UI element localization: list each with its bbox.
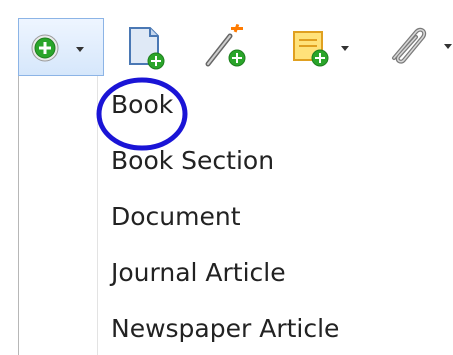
toolbar [0, 0, 453, 87]
menu-item-journal-article[interactable]: Journal Article [111, 251, 286, 295]
annotation-circle [96, 77, 188, 151]
new-note-icon [293, 31, 329, 67]
chevron-down-icon [341, 46, 349, 51]
menu-item-newspaper-article[interactable]: Newspaper Article [111, 307, 339, 351]
new-item-menu: Book Book Section Document Journal Artic… [18, 76, 453, 355]
add-attachment-button[interactable] [382, 22, 453, 70]
new-item-button[interactable] [18, 18, 104, 76]
new-item-icon [31, 34, 59, 62]
new-standalone-note-button[interactable] [124, 24, 168, 70]
add-item-by-identifier-icon [205, 23, 246, 67]
new-note-button[interactable] [290, 24, 350, 70]
menu-item-document[interactable]: Document [111, 195, 241, 239]
chevron-down-icon [444, 44, 452, 49]
add-by-identifier-button[interactable] [202, 23, 250, 70]
attachment-icon [392, 27, 427, 64]
new-note-from-document-icon [129, 27, 165, 70]
chevron-down-icon [76, 47, 84, 52]
